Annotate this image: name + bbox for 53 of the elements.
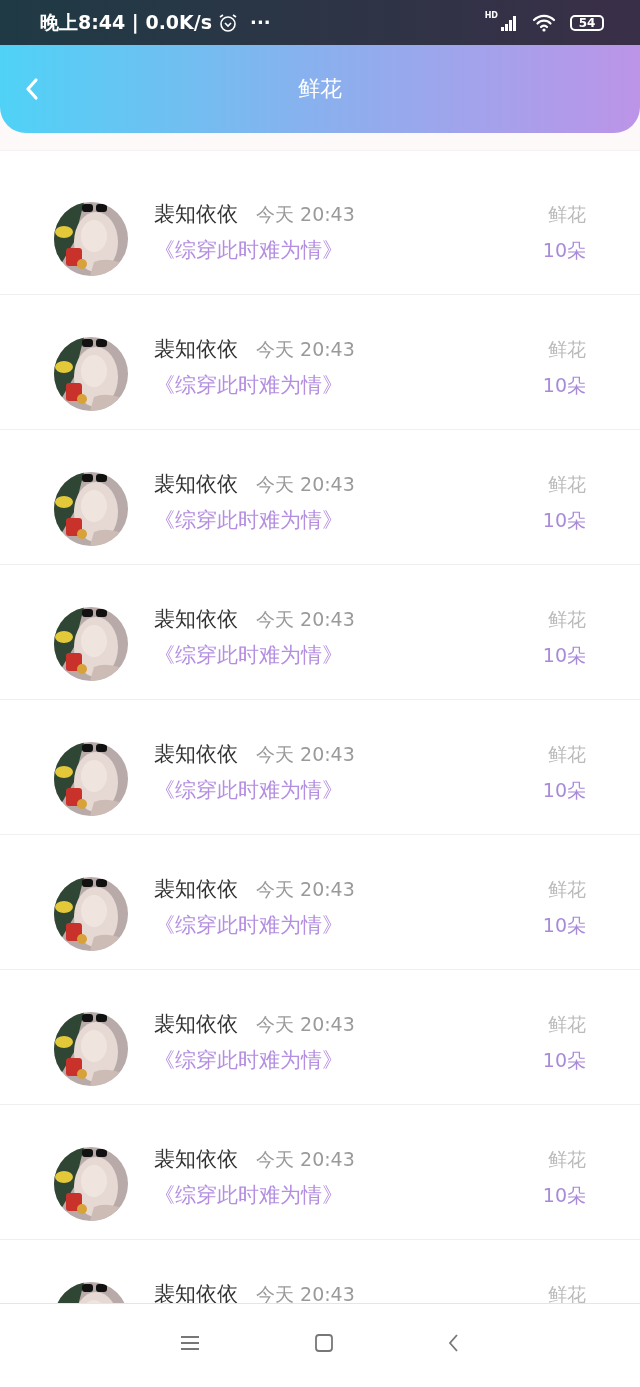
gift-amount: 10朵	[542, 643, 586, 668]
record-time: 今天 20:43	[256, 607, 355, 632]
gift-record[interactable]: 裴知依依 今天 20:43 《综穿此时难为情》 鲜花 10朵	[0, 565, 640, 700]
user-name: 裴知依依	[154, 336, 238, 363]
record-time: 今天 20:43	[256, 472, 355, 497]
gift-record[interactable]: 裴知依依 今天 20:43 《综穿此时难为情》 鲜花 10朵	[0, 835, 640, 970]
home-icon[interactable]	[313, 1331, 335, 1354]
gift-record[interactable]: 裴知依依 今天 20:43 《综穿此时难为情》 鲜花 10朵	[0, 970, 640, 1105]
gift-type: 鲜花	[548, 1282, 586, 1303]
gift-amount: 10朵	[542, 1048, 586, 1073]
gift-record[interactable]: 裴知依依 今天 20:43 《综穿此时难为情》 鲜花 10朵	[0, 295, 640, 430]
user-name: 裴知依依	[154, 1146, 238, 1173]
status-more: ···	[250, 12, 271, 33]
record-time: 今天 20:43	[256, 877, 355, 902]
battery-icon: 54	[570, 14, 604, 31]
user-name: 裴知依依	[154, 1281, 238, 1303]
menu-icon[interactable]	[179, 1333, 201, 1352]
gift-amount: 10朵	[542, 508, 586, 533]
gift-type: 鲜花	[548, 337, 586, 362]
user-name: 裴知依依	[154, 741, 238, 768]
gift-type: 鲜花	[548, 202, 586, 227]
gift-record[interactable]: 裴知依依 今天 20:43 《综穿此时难为情》 鲜花 10朵	[0, 430, 640, 565]
record-time: 今天 20:43	[256, 1282, 355, 1303]
record-time: 今天 20:43	[256, 202, 355, 227]
gift-amount: 10朵	[542, 913, 586, 938]
network-label: HD	[484, 11, 498, 20]
gift-amount: 10朵	[542, 238, 586, 263]
signal-icon	[500, 13, 518, 32]
gift-amount: 10朵	[542, 778, 586, 803]
gift-amount: 10朵	[542, 1183, 586, 1208]
gift-type: 鲜花	[548, 877, 586, 902]
gift-record[interactable]: 裴知依依 今天 20:43 《综穿此时难为情》 鲜花 10朵	[0, 700, 640, 835]
gift-type: 鲜花	[548, 1012, 586, 1037]
gift-type: 鲜花	[548, 1147, 586, 1172]
user-name: 裴知依依	[154, 471, 238, 498]
gift-record[interactable]: 裴知依依 今天 20:43 《综穿此时难为情》 鲜花 10朵	[0, 160, 640, 295]
alarm-clock-icon	[218, 12, 239, 33]
user-name: 裴知依依	[154, 876, 238, 903]
wifi-icon	[532, 13, 556, 32]
gift-type: 鲜花	[548, 742, 586, 767]
record-time: 今天 20:43	[256, 337, 355, 362]
user-name: 裴知依依	[154, 1011, 238, 1038]
page-title: 鲜花	[298, 75, 342, 103]
record-time: 今天 20:43	[256, 1147, 355, 1172]
user-name: 裴知依依	[154, 606, 238, 633]
status-time: 晚上8:44 | 0.0K/s	[40, 9, 213, 36]
record-time: 今天 20:43	[256, 742, 355, 767]
gift-record[interactable]: 裴知依依 今天 20:43 《综穿此时难为情》 鲜花 10朵	[0, 1105, 640, 1240]
record-time: 今天 20:43	[256, 1012, 355, 1037]
user-name: 裴知依依	[154, 201, 238, 228]
gift-type: 鲜花	[548, 607, 586, 632]
gift-amount: 10朵	[542, 373, 586, 398]
gift-type: 鲜花	[548, 472, 586, 497]
